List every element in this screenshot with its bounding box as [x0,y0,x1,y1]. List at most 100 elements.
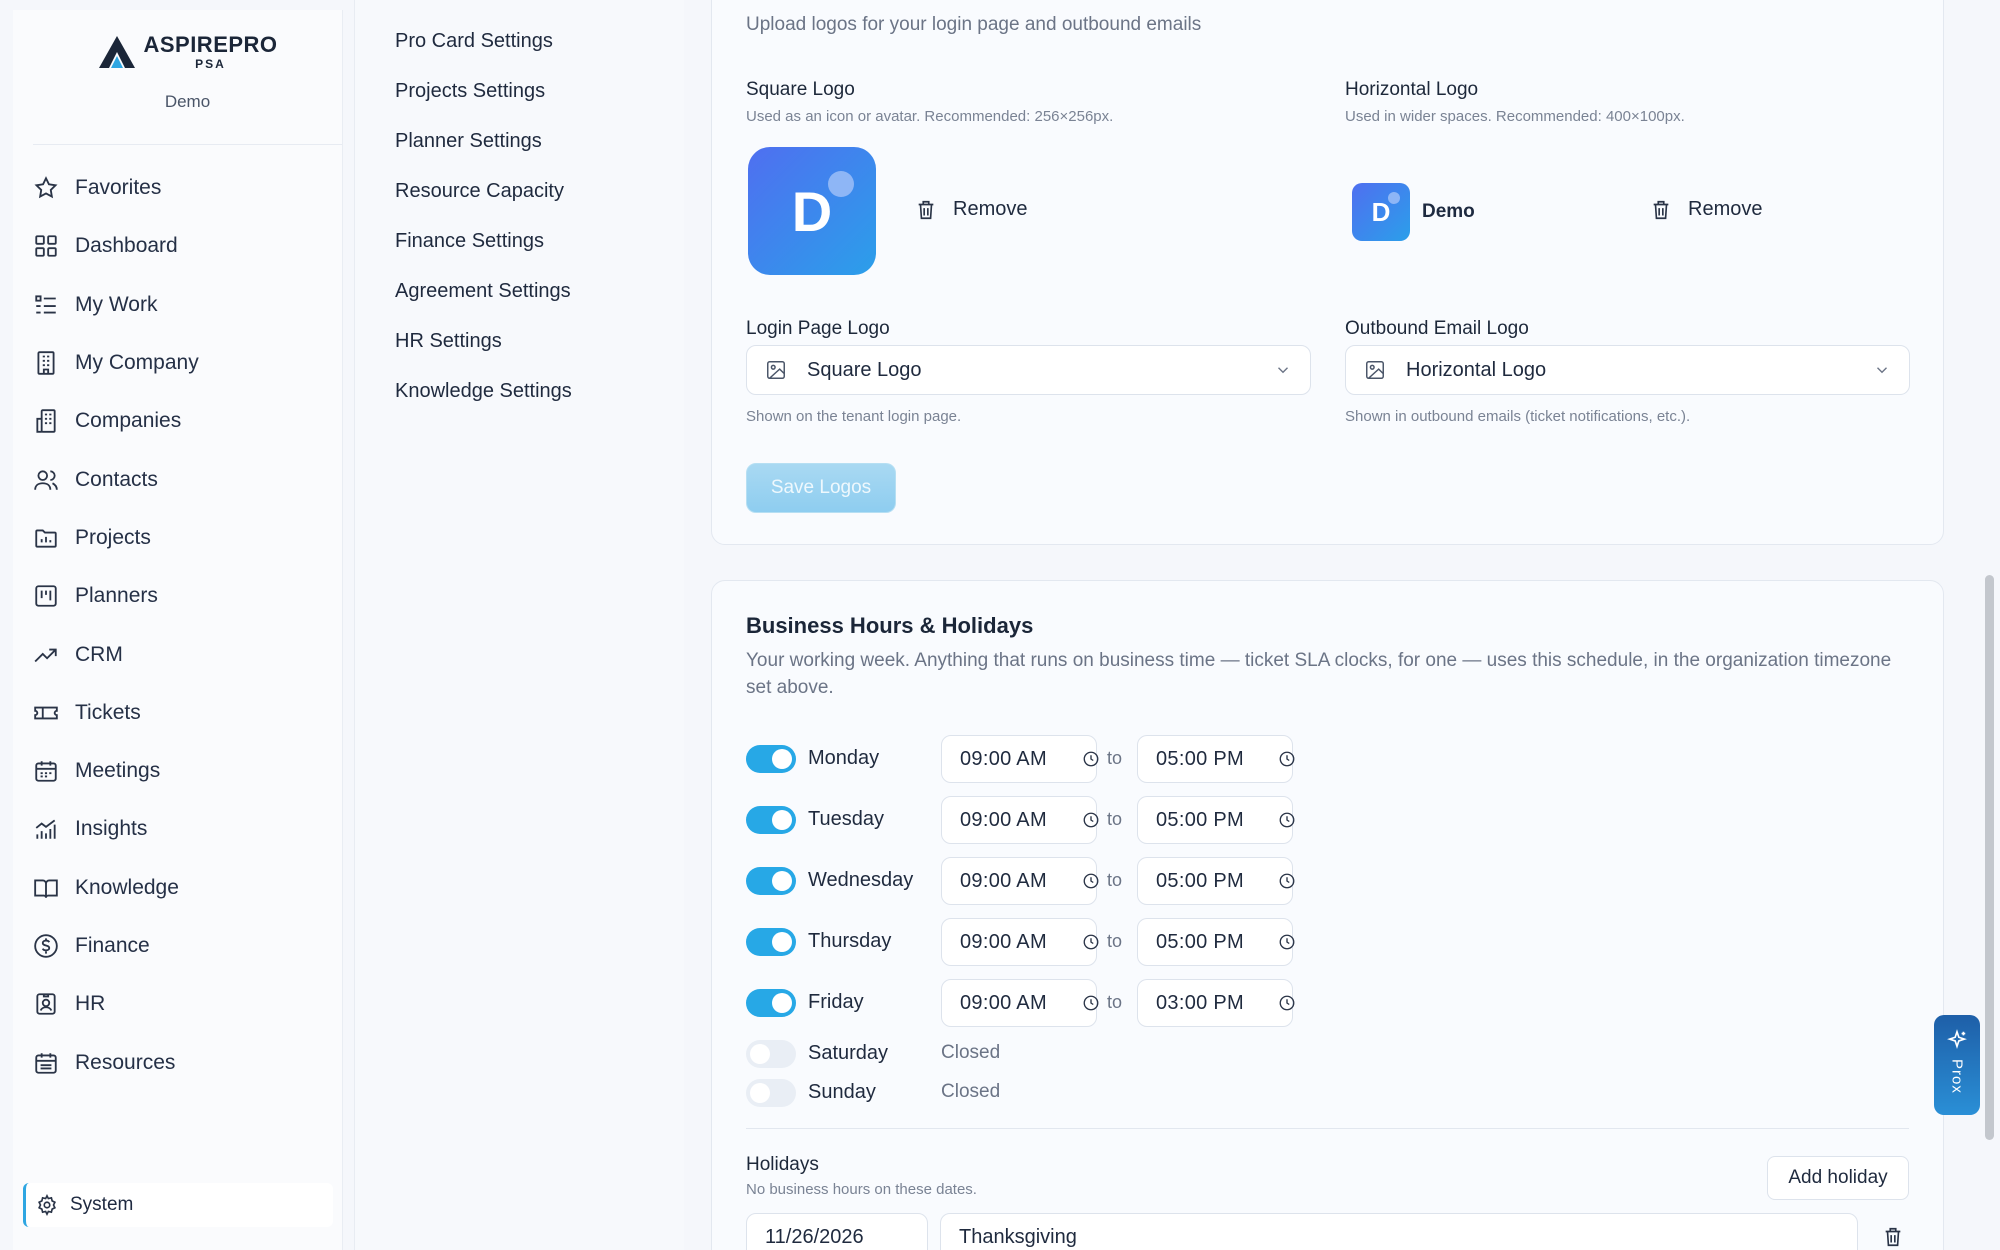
nav-item-system[interactable]: System [23,1183,333,1227]
time-value: 09:00 AM [960,808,1047,831]
calendar-icon [35,761,57,782]
planner-icon [35,585,57,607]
to-label: to [1107,809,1123,829]
wednesday-toggle[interactable] [746,867,796,895]
time-value: 05:00 PM [1156,808,1245,831]
thursday-toggle[interactable] [746,928,796,956]
nav-item-resources[interactable]: Resources [13,1033,342,1091]
subnav-item-finance[interactable]: Finance Settings [395,230,544,253]
nav-item-companies[interactable]: Companies [13,392,342,450]
horizontal-logo-letter: D [1371,196,1391,227]
nav-item-insights[interactable]: Insights [13,800,342,858]
brand-name: ASPIREPRO [143,32,278,57]
nav-item-finance[interactable]: Finance [13,917,342,975]
subnav-item-agreement[interactable]: Agreement Settings [395,280,571,303]
subnav-item-pro-card[interactable]: Pro Card Settings [395,30,553,53]
wednesday-start-time[interactable]: 09:00 AM [941,857,1099,905]
subnav-item-knowledge[interactable]: Knowledge Settings [395,380,572,403]
thursday-end-time[interactable]: 05:00 PM [1137,918,1295,966]
tuesday-end-time[interactable]: 05:00 PM [1137,796,1295,844]
nav-item-planners[interactable]: Planners [13,567,342,625]
time-value: 09:00 AM [960,991,1047,1014]
nav-item-projects[interactable]: Projects [13,509,342,567]
users-icon [34,470,58,490]
nav-item-knowledge[interactable]: Knowledge [13,859,342,917]
clock-icon [1083,934,1099,950]
nav-label: My Work [75,292,158,316]
holiday-date: 11/26/2026 [765,1225,864,1248]
holiday-date-input[interactable]: 11/26/2026 [746,1213,928,1250]
login-logo-select[interactable]: Square Logo [746,345,1311,395]
calendar-grid-icon [35,1052,57,1074]
time-value: 09:00 AM [960,930,1047,953]
org-name: Demo [164,92,211,111]
brand-logo[interactable]: ASPIREPRO PSA [97,34,277,70]
horizontal-logo-tile: D [1352,183,1410,241]
nav-item-tickets[interactable]: Tickets [13,684,342,742]
nav-label: Favorites [75,176,162,200]
remove-square-logo-button[interactable]: Remove [915,198,1027,221]
holiday-name-input[interactable]: Thanksgiving [940,1213,1858,1250]
nav-item-favorites[interactable]: Favorites [13,159,342,217]
gear-icon [38,1194,56,1216]
nav-item-my-work[interactable]: My Work [13,276,342,334]
trash-icon [918,200,934,219]
ticket-icon [34,706,58,720]
add-holiday-button[interactable]: Add holiday [1767,1156,1909,1200]
subnav-item-planner[interactable]: Planner Settings [395,130,542,153]
nav-item-meetings[interactable]: Meetings [13,742,342,800]
tuesday-start-time[interactable]: 09:00 AM [941,796,1099,844]
nav-label: Meetings [75,759,161,783]
nav-item-dashboard[interactable]: Dashboard [13,217,342,275]
friday-start-time[interactable]: 09:00 AM [941,979,1099,1027]
day-label-sunday: Sunday [808,1081,876,1103]
business-hours-card: Business Hours & Holidays Your working w… [711,580,1944,1250]
remove-horizontal-logo-button[interactable]: Remove [1650,198,1762,221]
monday-toggle[interactable] [746,745,796,773]
sparkle-icon [1947,1029,1967,1050]
nav-label: Projects [75,525,151,549]
nav-item-hr[interactable]: HR [13,975,342,1033]
subnav-item-hr[interactable]: HR Settings [395,330,502,353]
trash-icon [1653,200,1669,219]
to-label: to [1107,870,1123,890]
tuesday-toggle[interactable] [746,806,796,834]
nav-label: Finance [75,934,150,957]
square-logo-preview: D [748,147,876,275]
chevron-down-icon [1877,367,1887,374]
friday-end-time[interactable]: 03:00 PM [1137,979,1295,1027]
holidays-divider [746,1128,1909,1129]
horizontal-logo-hint: Used in wider spaces. Recommended: 400×1… [1345,108,1685,125]
nav-label: HR [75,992,106,1016]
chevron-down-icon [1278,367,1288,374]
clock-icon [1083,995,1099,1011]
saturday-toggle[interactable] [746,1040,796,1068]
subnav-item-resource-capacity[interactable]: Resource Capacity [395,180,564,203]
dollar-icon [34,934,58,958]
trash-icon[interactable] [1882,1226,1904,1248]
time-value: 09:00 AM [960,747,1047,770]
day-label-tuesday: Tuesday [808,808,884,830]
sunday-closed: Closed [941,1081,1001,1102]
trend-icon [34,648,57,662]
thursday-start-time[interactable]: 09:00 AM [941,918,1099,966]
subnav-item-projects[interactable]: Projects Settings [395,80,545,103]
friday-toggle[interactable] [746,989,796,1017]
prox-assistant-button[interactable]: Prox [1934,1015,1980,1115]
email-logo-select[interactable]: Horizontal Logo [1345,345,1910,395]
monday-start-time[interactable]: 09:00 AM [941,735,1099,783]
save-logos-button[interactable]: Save Logos [746,463,896,513]
clock-icon [1083,873,1099,889]
folder-icon [35,529,57,548]
holidays-hint: No business hours on these dates. [746,1181,977,1198]
day-label-saturday: Saturday [808,1042,889,1064]
sunday-toggle[interactable] [746,1079,796,1107]
wednesday-end-time[interactable]: 05:00 PM [1137,857,1295,905]
nav-item-crm[interactable]: CRM [13,625,342,683]
time-value: 05:00 PM [1156,869,1245,892]
monday-end-time[interactable]: 05:00 PM [1137,735,1295,783]
login-logo-value: Square Logo [807,358,922,381]
nav-item-contacts[interactable]: Contacts [13,450,342,508]
nav-item-my-company[interactable]: My Company [13,334,342,392]
scrollbar-thumb[interactable] [1985,575,1994,1140]
